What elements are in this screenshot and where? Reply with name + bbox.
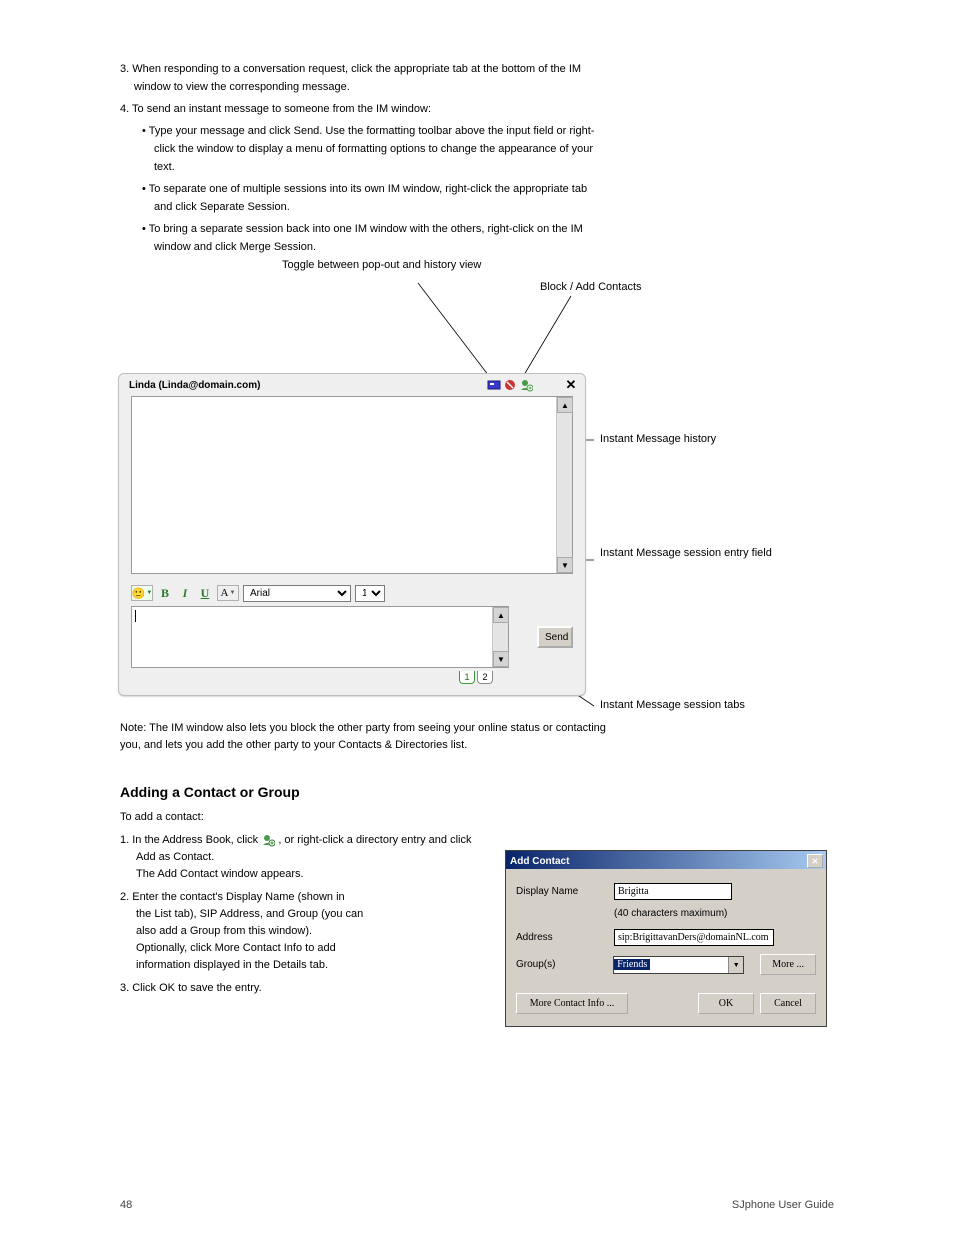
input-scroll-down-icon[interactable]: ▼ (493, 651, 509, 667)
lead-text: To add a contact: (120, 809, 845, 826)
im-history-pane: ▲ ▼ (131, 396, 573, 574)
step-2e: information displayed in the Details tab… (120, 957, 490, 974)
bullet-a: • Type your message and click Send. Use … (120, 122, 845, 140)
callout-tabs-label: Instant Message session tabs (600, 698, 745, 713)
scroll-down-icon[interactable]: ▼ (557, 557, 573, 573)
address-field[interactable] (614, 929, 774, 946)
add-contact-inline-icon (261, 833, 275, 847)
groups-selected-value: Friends (614, 959, 650, 970)
italic-button[interactable]: I (177, 585, 193, 601)
step-3-cont: window to view the corresponding message… (120, 78, 845, 96)
ok-button[interactable]: OK (698, 993, 754, 1014)
step-3-add: 3. Click OK to save the entry. (120, 980, 490, 997)
add-contact-dialog: Add Contact ✕ Display Name (40 character… (505, 850, 827, 1027)
dialog-close-icon[interactable]: ✕ (807, 854, 823, 868)
groups-label: Group(s) (516, 959, 613, 970)
im-input-field[interactable]: ▲ ▼ (131, 606, 509, 668)
page-number: 48 (120, 1199, 132, 1211)
bullet-a3: text. (120, 158, 845, 176)
font-size-select[interactable]: 10 (355, 585, 385, 602)
close-icon[interactable]: ✕ (563, 377, 579, 393)
font-name-select[interactable]: Arial (243, 585, 351, 602)
scrollbar[interactable]: ▲ ▼ (556, 397, 572, 573)
bold-button[interactable]: B (157, 585, 173, 601)
input-scrollbar[interactable]: ▲ ▼ (492, 607, 508, 667)
im-title: Linda (Linda@domain.com) (129, 380, 260, 391)
session-tab-2[interactable]: 2 (477, 671, 493, 684)
step-2d: Optionally, click More Contact Info to a… (120, 940, 490, 957)
add-contact-icon[interactable] (519, 378, 533, 392)
more-groups-button[interactable]: More ... (760, 954, 816, 975)
instructions-block: 3. When responding to a conversation req… (120, 60, 845, 256)
callout-block-add-label: Block / Add Contacts (540, 280, 642, 295)
chevron-down-icon[interactable]: ▼ (728, 957, 743, 973)
font-color-button[interactable]: A▼ (217, 585, 239, 601)
more-contact-info-button[interactable]: More Contact Info ... (516, 993, 628, 1014)
send-button[interactable]: Send (537, 626, 573, 648)
note-text: Note: The IM window also lets you block … (120, 720, 845, 737)
toggle-view-icon[interactable] (487, 378, 501, 392)
emoji-picker-button[interactable]: 🙂▼ (131, 585, 153, 601)
callout-toggle-label: Toggle between pop-out and history view (282, 258, 481, 273)
bullet-b: • To separate one of multiple sessions i… (120, 180, 845, 198)
step-1-cont: The Add Contact window appears. (120, 866, 490, 883)
step-3: 3. When responding to a conversation req… (120, 60, 845, 78)
step-2b: the List tab), SIP Address, and Group (y… (120, 906, 490, 923)
input-scroll-up-icon[interactable]: ▲ (493, 607, 509, 623)
cancel-button[interactable]: Cancel (760, 993, 816, 1014)
step-2: 2. Enter the contact's Display Name (sho… (120, 889, 490, 906)
scroll-up-icon[interactable]: ▲ (557, 397, 573, 413)
callout-history-label: Instant Message history (600, 432, 716, 447)
note-text-2: you, and lets you add the other party to… (120, 737, 845, 754)
bullet-b2: and click Separate Session. (120, 198, 845, 216)
format-toolbar: 🙂▼ B I U A▼ Arial 10 (131, 584, 573, 602)
doc-title: SJphone User Guide (732, 1199, 834, 1211)
address-label: Address (516, 932, 614, 943)
step-2c: also add a Group from this window). (120, 923, 490, 940)
underline-button[interactable]: U (197, 585, 213, 601)
bullet-c2: window and click Merge Session. (120, 238, 845, 256)
char-limit-note: (40 characters maximum) (614, 908, 816, 919)
dialog-title: Add Contact (510, 856, 569, 867)
session-tab-1[interactable]: 1 (459, 671, 475, 684)
block-contact-icon[interactable] (503, 378, 517, 392)
heading-add-contact: Adding a Contact or Group (120, 784, 845, 801)
callout-entry-label: Instant Message session entry field (600, 546, 810, 561)
page-footer: 48 SJphone User Guide (0, 1199, 954, 1211)
step-4: 4. To send an instant message to someone… (120, 100, 845, 118)
display-name-label: Display Name (516, 886, 614, 897)
step-1: 1. In the Address Book, click , or right… (120, 832, 490, 866)
bullet-a2: click the window to display a menu of fo… (120, 140, 845, 158)
display-name-field[interactable] (614, 883, 732, 900)
groups-select[interactable]: Friends ▼ (613, 956, 744, 974)
im-window: Linda (Linda@domain.com) ✕ ▲ ▼ 🙂▼ (118, 373, 586, 696)
bullet-c: • To bring a separate session back into … (120, 220, 845, 238)
